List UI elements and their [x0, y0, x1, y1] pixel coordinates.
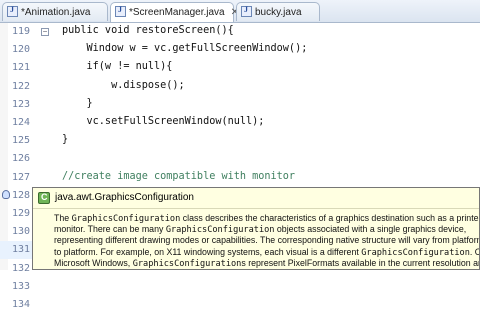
popup-title: java.awt.GraphicsConfiguration	[55, 192, 194, 203]
popup-text: to platform. For example, on X11 windowi…	[54, 246, 362, 257]
line-number: 127	[11, 171, 30, 183]
code-line[interactable]: 125}	[0, 132, 480, 150]
code-line[interactable]: 127 //create image compatible with monito…	[0, 169, 480, 187]
code-reference: GraphicsConfiguration	[71, 214, 181, 224]
code-reference: GraphicsConfiguration	[165, 225, 275, 236]
code-line[interactable]: 126	[0, 150, 480, 168]
line-number: 124	[11, 117, 30, 128]
code-line[interactable]: 123 }	[0, 96, 480, 114]
class-icon	[38, 192, 50, 204]
line-number: 122	[11, 80, 30, 92]
popup-text-line: representing different drawing modes or …	[54, 235, 479, 246]
code-text: }	[62, 134, 69, 146]
line-number: 126	[11, 153, 30, 165]
line-number: 129	[11, 208, 30, 219]
popup-text: Microsoft Windows,	[54, 257, 133, 268]
line-number: 121	[11, 62, 30, 74]
popup-text-line: monitor. There can be many GraphicsConfi…	[54, 224, 479, 235]
code-line[interactable]: 133	[0, 278, 480, 296]
override-marker-icon	[2, 189, 10, 199]
java-file-icon	[241, 5, 252, 17]
popup-text: s represent PixelFormats available in th…	[241, 257, 480, 268]
code-text: }	[62, 97, 93, 109]
code-text: if(w != null){	[62, 61, 173, 73]
java-file-icon	[115, 5, 126, 17]
code-reference: GraphicsConfiguration	[132, 258, 242, 269]
fold-toggle-icon[interactable]: −	[41, 28, 49, 36]
code-text: public void restoreScreen(){	[62, 25, 234, 36]
popup-text: The	[54, 213, 72, 223]
popup-description: The GraphicsConfiguration class describe…	[54, 213, 479, 269]
line-number: 120	[11, 44, 30, 56]
code-editor[interactable]: 119 − public void restoreScreen(){ 120 Wind…	[0, 23, 480, 310]
popup-text: class describes the characteristics of a…	[180, 213, 480, 223]
code-line[interactable]: 120 Window w = vc.getFullScreenWindow();	[0, 41, 480, 59]
popup-text: objects associated with a single graphic…	[274, 224, 467, 235]
code-line[interactable]: 121 if(w != null){	[0, 59, 480, 77]
javadoc-hover-popup[interactable]: java.awt.GraphicsConfiguration The Graph…	[32, 187, 480, 270]
code-line[interactable]: 119 − public void restoreScreen(){	[0, 23, 480, 41]
line-number: 134	[11, 299, 30, 310]
tab-label: *Animation.java	[21, 7, 91, 18]
tab-label: bucky.java	[255, 7, 302, 18]
popup-text: representing different drawing modes or …	[54, 235, 480, 246]
line-number: 119	[11, 26, 30, 37]
popup-text: . On	[469, 246, 479, 257]
code-text: vc.setFullScreenWindow(null);	[62, 116, 265, 127]
code-text: //create image compatible with monitor	[62, 170, 296, 182]
code-text: Window w = vc.getFullScreenWindow();	[62, 43, 308, 55]
line-number: 128	[11, 189, 30, 201]
tab-screenmanager-java[interactable]: *ScreenManager.java✕	[110, 2, 239, 22]
code-line[interactable]: 122 w.dispose();	[0, 78, 480, 96]
popup-header: java.awt.GraphicsConfiguration	[33, 188, 479, 209]
popup-text: monitor. There can be many	[54, 224, 166, 235]
line-number: 125	[11, 135, 30, 147]
tab-label: *ScreenManager.java	[129, 7, 225, 18]
line-number: 133	[11, 280, 30, 292]
editor-tab-bar: *Animation.java *ScreenManager.java✕ buc…	[0, 0, 480, 23]
code-text: w.dispose();	[62, 79, 185, 91]
line-number: 132	[11, 262, 30, 274]
line-number: 123	[11, 98, 30, 110]
tab-bucky-java[interactable]: bucky.java	[236, 2, 320, 21]
popup-text-line: to platform. For example, on X11 windowi…	[54, 247, 479, 258]
code-line[interactable]: 134	[0, 296, 480, 314]
java-file-icon	[7, 5, 18, 17]
line-number: 131	[11, 244, 30, 256]
line-number: 130	[11, 226, 30, 238]
popup-text-line: Microsoft Windows, GraphicsConfiguration…	[54, 258, 479, 269]
code-reference: GraphicsConfiguration	[361, 247, 470, 258]
code-line[interactable]: 124 vc.setFullScreenWindow(null);	[0, 114, 480, 132]
tab-animation-java[interactable]: *Animation.java	[2, 2, 108, 21]
popup-text-line: The GraphicsConfiguration class describe…	[54, 213, 479, 224]
